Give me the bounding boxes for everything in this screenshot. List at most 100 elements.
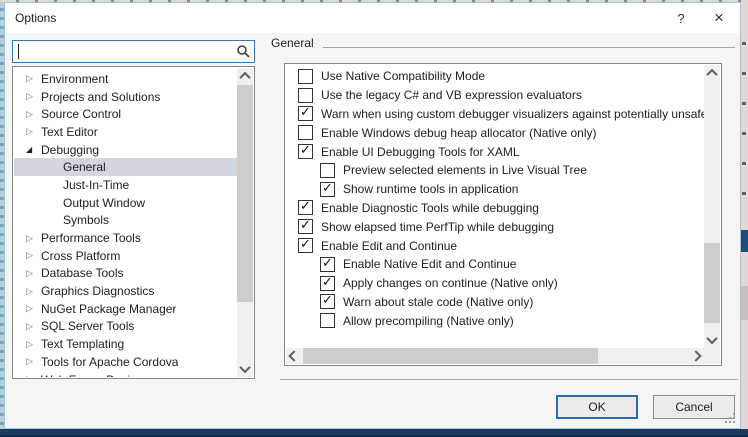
option-label: Enable Native Edit and Continue xyxy=(343,257,516,271)
checkmark-icon: ✓ xyxy=(322,255,333,270)
tree-item-general[interactable]: General xyxy=(14,158,237,176)
option-row-use-native-compatibility-mode[interactable]: Use Native Compatibility Mode xyxy=(286,67,704,86)
checkbox[interactable]: ✓ xyxy=(298,238,313,253)
tree-item-graphics-diagnostics[interactable]: ▷ Graphics Diagnostics xyxy=(14,282,237,300)
close-button[interactable]: × xyxy=(702,3,736,33)
tree-item-cross-platform[interactable]: ▷ Cross Platform xyxy=(14,247,237,265)
tree-arrow-icon: ▷ xyxy=(26,286,41,297)
option-row-use-the-legacy-c-and-vb-expression-evalu[interactable]: Use the legacy C# and VB expression eval… xyxy=(286,86,704,105)
option-label: Preview selected elements in Live Visual… xyxy=(343,163,587,177)
checkbox[interactable] xyxy=(320,313,335,328)
tree-arrow-icon: ◢ xyxy=(26,145,41,154)
checkmark-icon: ✓ xyxy=(300,198,311,213)
checkmark-icon: ✓ xyxy=(300,217,311,232)
checkbox[interactable] xyxy=(320,163,335,178)
tree-item-symbols[interactable]: Symbols xyxy=(14,212,237,230)
ok-button[interactable]: OK xyxy=(556,395,638,419)
checkbox[interactable]: ✓ xyxy=(298,106,313,121)
tree-item-label: Text Templating xyxy=(41,337,124,351)
tree-arrow-icon: ▷ xyxy=(26,356,41,367)
tree-item-tools-for-apache-cordova[interactable]: ▷ Tools for Apache Cordova xyxy=(14,353,237,371)
tree-item-just-in-time[interactable]: Just-In-Time xyxy=(14,176,237,194)
tree-scrollbar[interactable] xyxy=(237,68,253,377)
option-row-enable-native-edit-and-continue[interactable]: ✓ Enable Native Edit and Continue xyxy=(286,255,704,274)
scroll-right-button[interactable] xyxy=(688,348,704,364)
checkbox[interactable]: ✓ xyxy=(320,294,335,309)
tree-item-performance-tools[interactable]: ▷ Performance Tools xyxy=(14,229,237,247)
tree-arrow-icon: ▷ xyxy=(26,339,41,350)
scroll-left-button[interactable] xyxy=(286,348,302,364)
option-label: Enable Diagnostic Tools while debugging xyxy=(321,201,539,215)
scroll-up-button[interactable] xyxy=(704,65,720,81)
option-row-allow-precompiling-native-only[interactable]: Allow precompiling (Native only) xyxy=(286,311,704,330)
tree-item-label: SQL Server Tools xyxy=(41,319,134,333)
option-label: Use the legacy C# and VB expression eval… xyxy=(321,88,582,102)
tree-item-output-window[interactable]: Output Window xyxy=(14,194,237,212)
tree-item-label: Symbols xyxy=(63,213,109,227)
checkmark-icon: ✓ xyxy=(300,236,311,251)
option-row-preview-selected-elements-in-live-visual[interactable]: Preview selected elements in Live Visual… xyxy=(286,161,704,180)
help-button[interactable]: ? xyxy=(664,3,698,33)
option-row-apply-changes-on-continue-native-only[interactable]: ✓ Apply changes on continue (Native only… xyxy=(286,274,704,293)
tree-item-nuget-package-manager[interactable]: ▷ NuGet Package Manager xyxy=(14,300,237,318)
checkmark-icon: ✓ xyxy=(300,104,311,119)
checkbox[interactable]: ✓ xyxy=(298,219,313,234)
tree-item-label: Performance Tools xyxy=(41,231,141,245)
tree-item-text-editor[interactable]: ▷ Text Editor xyxy=(14,123,237,141)
option-row-enable-windows-debug-heap-allocator-nati[interactable]: Enable Windows debug heap allocator (Nat… xyxy=(286,123,704,142)
tree-item-sql-server-tools[interactable]: ▷ SQL Server Tools xyxy=(14,318,237,336)
checkmark-icon: ✓ xyxy=(300,142,311,157)
checkmark-icon: ✓ xyxy=(322,292,333,307)
tree-item-source-control[interactable]: ▷ Source Control xyxy=(14,105,237,123)
checkbox[interactable]: ✓ xyxy=(320,182,335,197)
tree-item-projects-and-solutions[interactable]: ▷ Projects and Solutions xyxy=(14,88,237,106)
option-row-warn-about-stale-code-native-only[interactable]: ✓ Warn about stale code (Native only) xyxy=(286,293,704,312)
scroll-thumb[interactable] xyxy=(237,85,253,302)
tree-item-label: Source Control xyxy=(41,107,121,121)
checkbox[interactable]: ✓ xyxy=(320,276,335,291)
tree-item-debugging[interactable]: ◢ Debugging xyxy=(14,141,237,159)
option-row-enable-ui-debugging-tools-for-xaml[interactable]: ✓ Enable UI Debugging Tools for XAML xyxy=(286,142,704,161)
tree-item-web-forms-designer[interactable]: ▷ Web Forms Designer xyxy=(14,371,237,377)
tree-item-label: General xyxy=(63,160,106,174)
dialog-titlebar[interactable]: Options ? × xyxy=(5,3,740,33)
scroll-thumb[interactable] xyxy=(303,348,598,364)
tree-arrow-icon: ▷ xyxy=(26,126,41,137)
option-row-warn-when-using-custom-debugger-visualiz[interactable]: ✓ Warn when using custom debugger visual… xyxy=(286,105,704,124)
checkbox[interactable]: ✓ xyxy=(320,257,335,272)
tree-arrow-icon: ▷ xyxy=(26,73,41,84)
tree-item-database-tools[interactable]: ▷ Database Tools xyxy=(14,265,237,283)
option-row-show-runtime-tools-in-application[interactable]: ✓ Show runtime tools in application xyxy=(286,180,704,199)
scroll-up-button[interactable] xyxy=(237,68,253,84)
settings-list: Use Native Compatibility Mode Use the le… xyxy=(284,63,722,366)
option-row-show-elapsed-time-perftip-while-debuggin[interactable]: ✓ Show elapsed time PerfTip while debugg… xyxy=(286,217,704,236)
settings-vertical-scrollbar[interactable] xyxy=(704,65,720,348)
option-label: Apply changes on continue (Native only) xyxy=(343,276,558,290)
cancel-button[interactable]: Cancel xyxy=(653,395,735,419)
scroll-thumb[interactable] xyxy=(704,243,720,323)
option-row-enable-diagnostic-tools-while-debugging[interactable]: ✓ Enable Diagnostic Tools while debuggin… xyxy=(286,199,704,218)
resize-grip[interactable] xyxy=(725,413,735,423)
option-label: Warn when using custom debugger visualiz… xyxy=(321,107,704,121)
option-label: Show runtime tools in application xyxy=(343,182,518,196)
checkbox[interactable]: ✓ xyxy=(298,200,313,215)
options-tree: ▷ Environment ▷ Projects and Solutions ▷… xyxy=(12,66,255,379)
checkbox[interactable]: ✓ xyxy=(298,144,313,159)
checkbox[interactable] xyxy=(298,69,313,84)
checkbox[interactable] xyxy=(298,125,313,140)
tree-item-label: Graphics Diagnostics xyxy=(41,284,154,298)
scroll-down-button[interactable] xyxy=(237,361,253,377)
checkbox[interactable] xyxy=(298,88,313,103)
search-input[interactable] xyxy=(12,40,255,63)
checkmark-icon: ✓ xyxy=(322,274,333,289)
tree-item-label: Projects and Solutions xyxy=(41,90,160,104)
option-row-enable-edit-and-continue[interactable]: ✓ Enable Edit and Continue xyxy=(286,236,704,255)
tree-item-environment[interactable]: ▷ Environment xyxy=(14,70,237,88)
screen: Options ? × ▷ Environment ▷ Projects and… xyxy=(0,0,748,437)
tree-item-text-templating[interactable]: ▷ Text Templating xyxy=(14,335,237,353)
tree-arrow-icon: ▷ xyxy=(26,268,41,279)
tree-arrow-icon: ▷ xyxy=(26,250,41,261)
tree-arrow-icon: ▷ xyxy=(26,91,41,102)
scroll-down-button[interactable] xyxy=(704,332,720,348)
settings-horizontal-scrollbar[interactable] xyxy=(286,348,704,364)
